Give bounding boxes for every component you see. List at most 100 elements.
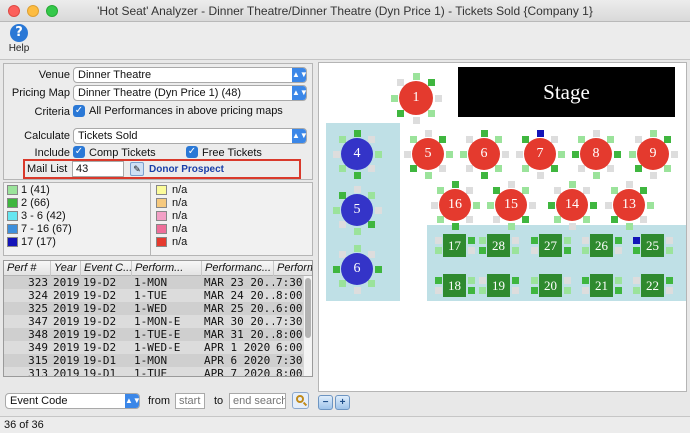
seat[interactable] — [368, 136, 375, 143]
seat[interactable] — [339, 221, 346, 228]
seat[interactable] — [354, 245, 361, 252]
column-header-perf-number[interactable]: Perf # — [4, 261, 51, 276]
table-row[interactable]: 324 201919-D2 1-TUE MAR 24 20...8:00 — [4, 289, 304, 302]
seat[interactable] — [375, 266, 382, 273]
seat[interactable] — [439, 165, 446, 172]
seat[interactable] — [354, 186, 361, 193]
seat[interactable] — [626, 181, 633, 188]
seat[interactable] — [582, 287, 589, 294]
seat[interactable] — [495, 165, 502, 172]
seat[interactable] — [569, 181, 576, 188]
seat[interactable] — [502, 151, 509, 158]
seat[interactable] — [368, 251, 375, 258]
seat[interactable] — [481, 130, 488, 137]
seat[interactable] — [428, 79, 435, 86]
comp-tickets-checkbox[interactable]: ✓ — [73, 146, 85, 158]
seat[interactable] — [368, 221, 375, 228]
seat[interactable] — [375, 207, 382, 214]
performance-table[interactable]: Perf # Year Event C... Perform... Perfor… — [3, 260, 313, 377]
seat[interactable] — [391, 95, 398, 102]
round-table[interactable]: 9 — [637, 138, 669, 170]
square-table[interactable]: 22 — [641, 274, 664, 297]
table-row[interactable]: 315 2019 19-D1 1-MON APR 6 2020 7:30 — [4, 354, 304, 367]
square-table[interactable]: 17 — [443, 234, 466, 257]
seat[interactable] — [512, 237, 519, 244]
seat[interactable] — [479, 287, 486, 294]
square-table[interactable]: 18 — [443, 274, 466, 297]
round-table[interactable]: 5 — [412, 138, 444, 170]
seat[interactable] — [666, 247, 673, 254]
seat[interactable] — [531, 237, 538, 244]
seat[interactable] — [572, 151, 579, 158]
seat[interactable] — [605, 202, 612, 209]
seat[interactable] — [452, 181, 459, 188]
seat[interactable] — [333, 266, 340, 273]
seat[interactable] — [413, 117, 420, 124]
seat[interactable] — [508, 181, 515, 188]
seat[interactable] — [582, 237, 589, 244]
seat[interactable] — [633, 287, 640, 294]
seat[interactable] — [508, 223, 515, 230]
seat[interactable] — [593, 172, 600, 179]
table-row[interactable]: 323 201919-D2 1-MON MAR 23 20...7:30 — [4, 276, 304, 289]
table-row[interactable]: 348 201919-D2 1-TUE-E MAR 31 20...8:00 — [4, 328, 304, 341]
seat[interactable] — [479, 247, 486, 254]
seat[interactable] — [633, 247, 640, 254]
seat[interactable] — [564, 237, 571, 244]
seat[interactable] — [368, 192, 375, 199]
help-button[interactable]: ? Help — [6, 24, 32, 54]
from-input[interactable] — [175, 393, 205, 409]
round-table[interactable]: 15 — [495, 189, 527, 221]
seat[interactable] — [650, 130, 657, 137]
column-header-performance[interactable]: Perform... — [132, 261, 202, 276]
seat[interactable] — [468, 237, 475, 244]
seat[interactable] — [468, 287, 475, 294]
seat[interactable] — [582, 247, 589, 254]
seat[interactable] — [466, 165, 473, 172]
round-table[interactable]: 4 — [341, 138, 373, 170]
seat[interactable] — [578, 165, 585, 172]
seat[interactable] — [425, 130, 432, 137]
round-table[interactable]: 14 — [556, 189, 588, 221]
seat[interactable] — [551, 165, 558, 172]
seat[interactable] — [428, 110, 435, 117]
filter-field-select[interactable]: Event Code ▲▼ — [5, 393, 141, 409]
seat[interactable] — [452, 223, 459, 230]
seat[interactable] — [611, 216, 618, 223]
seat[interactable] — [640, 187, 647, 194]
seat[interactable] — [582, 277, 589, 284]
seat[interactable] — [368, 280, 375, 287]
seat[interactable] — [635, 165, 642, 172]
seat[interactable] — [481, 172, 488, 179]
seat[interactable] — [614, 151, 621, 158]
square-table[interactable]: 20 — [539, 274, 562, 297]
seat[interactable] — [551, 136, 558, 143]
seat[interactable] — [368, 165, 375, 172]
table-scrollbar[interactable] — [303, 276, 312, 376]
column-header-year[interactable]: Year — [51, 261, 81, 276]
seat[interactable] — [558, 151, 565, 158]
seat[interactable] — [529, 202, 536, 209]
seat[interactable] — [410, 165, 417, 172]
seat[interactable] — [468, 247, 475, 254]
round-table[interactable]: 6 — [341, 253, 373, 285]
seat[interactable] — [468, 277, 475, 284]
minimize-window-button[interactable] — [27, 5, 39, 17]
seat[interactable] — [522, 187, 529, 194]
round-table[interactable]: 1 — [399, 81, 433, 115]
seat[interactable] — [333, 151, 340, 158]
square-table[interactable]: 27 — [539, 234, 562, 257]
seat[interactable] — [615, 287, 622, 294]
to-input[interactable] — [229, 393, 286, 409]
free-tickets-checkbox[interactable]: ✓ — [186, 146, 198, 158]
seat[interactable] — [564, 277, 571, 284]
seat[interactable] — [512, 247, 519, 254]
zoom-out-button[interactable]: − — [318, 395, 333, 410]
seat[interactable] — [607, 165, 614, 172]
seat[interactable] — [569, 223, 576, 230]
seat[interactable] — [666, 287, 673, 294]
search-button[interactable] — [292, 392, 309, 409]
seat[interactable] — [512, 277, 519, 284]
seat[interactable] — [564, 287, 571, 294]
pricing-map-select[interactable]: Dinner Theatre (Dyn Price 1) (48) ▲▼ — [73, 85, 308, 101]
